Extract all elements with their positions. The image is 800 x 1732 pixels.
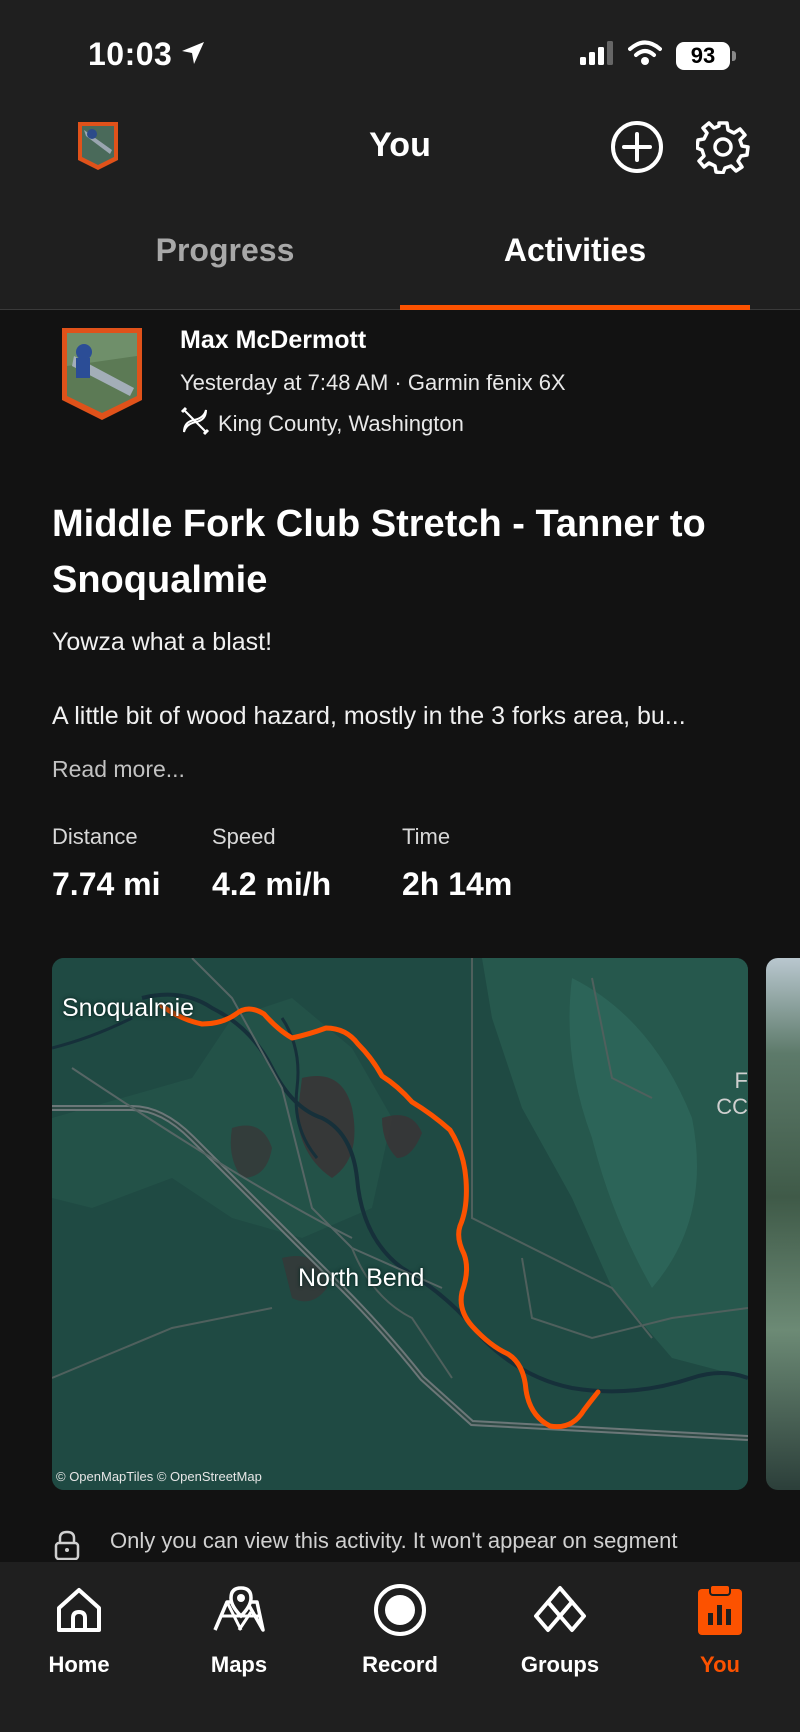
page-title: You	[369, 126, 431, 164]
active-tab-indicator	[400, 305, 750, 310]
nav-record[interactable]: Record	[335, 1580, 465, 1678]
map-label-north-bend: North Bend	[298, 1264, 425, 1292]
nav-home-label: Home	[48, 1652, 110, 1677]
read-more-link[interactable]: Read more...	[52, 756, 185, 783]
stat-time-label: Time	[402, 824, 451, 849]
groups-icon	[495, 1580, 625, 1640]
tab-activities[interactable]: Activities	[425, 232, 725, 269]
map-attribution[interactable]: © OpenMapTiles © OpenStreetMap	[56, 1469, 262, 1484]
map-edge-label-line-2: CC	[716, 1094, 748, 1119]
activity-meta: Yesterday at 7:48 AM · Garmin fēnix 6X	[180, 370, 566, 395]
map-graphic	[52, 958, 748, 1490]
gear-icon[interactable]	[695, 120, 750, 179]
map-edge-label: F CC	[716, 1068, 748, 1120]
stat-time-value: 2h 14m	[402, 866, 513, 902]
nav-groups[interactable]: Groups	[495, 1580, 625, 1678]
athlete-name[interactable]: Max McDermott	[180, 326, 366, 355]
top-header: You	[0, 100, 800, 210]
stat-time: Time 2h 14m	[402, 824, 512, 903]
status-bar: 10:03 93	[0, 0, 800, 100]
stat-speed: Speed 4.2 mi/h	[212, 824, 331, 903]
maps-icon	[174, 1580, 304, 1640]
status-indicators: 93	[580, 40, 736, 71]
location-arrow-icon	[180, 40, 206, 71]
nav-home[interactable]: Home	[14, 1580, 144, 1678]
nav-you[interactable]: You	[655, 1580, 785, 1678]
lock-icon	[54, 1530, 80, 1560]
activity-location: King County, Washington	[218, 411, 464, 436]
activity-description-line-1: Yowza what a blast!	[52, 628, 273, 656]
add-icon[interactable]	[610, 120, 664, 179]
activity-map[interactable]: Snoqualmie North Bend F CC © OpenMapTile…	[52, 958, 748, 1490]
tab-bar: Progress Activities	[0, 210, 800, 310]
athlete-avatar[interactable]	[58, 326, 146, 422]
home-icon	[14, 1580, 144, 1640]
clipboard-chart-icon	[655, 1580, 785, 1640]
battery-indicator: 93	[676, 41, 736, 70]
nav-maps-label: Maps	[210, 1652, 268, 1677]
activity-photo-preview[interactable]	[766, 958, 800, 1490]
kayak-icon	[180, 406, 210, 442]
map-edge-label-line-1: F	[734, 1068, 748, 1093]
stat-speed-label: Speed	[212, 824, 276, 849]
stat-distance-value: 7.74 mi	[52, 866, 161, 902]
stat-distance-label: Distance	[52, 824, 138, 849]
activity-title[interactable]: Middle Fork Club Stretch - Tanner to Sno…	[52, 496, 752, 608]
nav-you-label: You	[700, 1652, 740, 1677]
stat-speed-value: 4.2 mi/h	[212, 866, 332, 902]
bottom-nav: Home Maps Record Groups You	[0, 1562, 800, 1732]
record-icon	[335, 1580, 465, 1640]
stat-distance: Distance 7.74 mi	[52, 824, 161, 903]
privacy-notice: Only you can view this activity. It won'…	[52, 1520, 752, 1560]
activity-description-line-2: A little bit of wood hazard, mostly in t…	[52, 702, 686, 730]
activity-location-row: King County, Washington	[180, 406, 464, 442]
nav-maps[interactable]: Maps	[174, 1580, 304, 1678]
wifi-icon	[628, 40, 662, 71]
privacy-notice-text: Only you can view this activity. It won'…	[110, 1528, 678, 1553]
cellular-signal-icon	[580, 41, 614, 70]
map-label-snoqualmie: Snoqualmie	[62, 994, 195, 1022]
nav-record-label: Record	[362, 1652, 438, 1677]
tab-progress[interactable]: Progress	[75, 232, 375, 269]
status-time: 10:03	[88, 36, 173, 72]
nav-groups-label: Groups	[520, 1652, 600, 1677]
